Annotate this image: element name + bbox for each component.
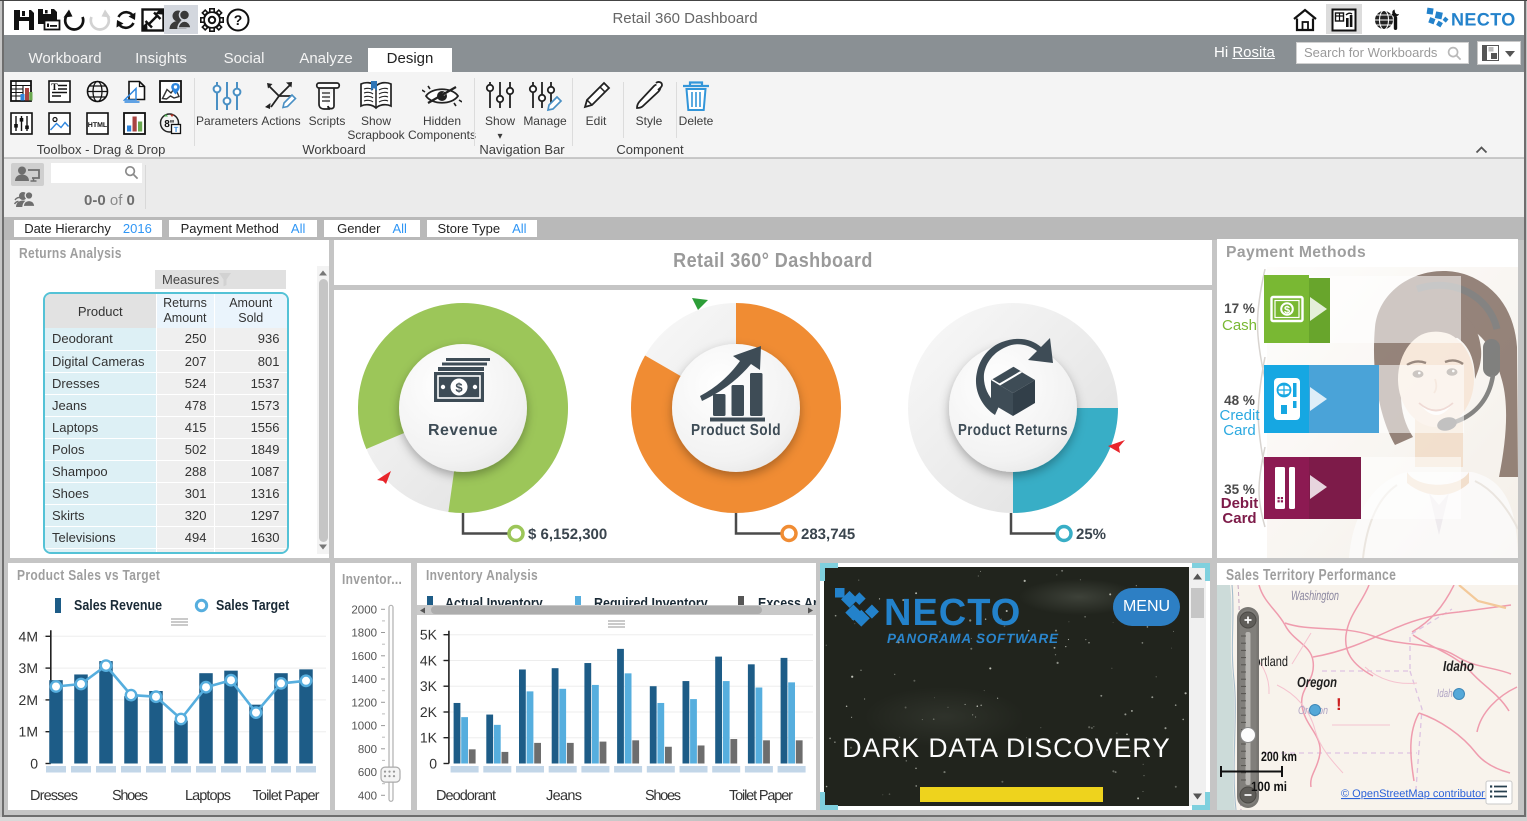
svg-text:3K: 3K xyxy=(420,678,438,694)
svg-text:Jeans: Jeans xyxy=(546,788,582,804)
svg-text:4K: 4K xyxy=(420,653,438,669)
svg-text:Oregon: Oregon xyxy=(1297,675,1337,691)
svg-text:HTML: HTML xyxy=(88,122,108,129)
svg-text:?: ? xyxy=(234,12,243,28)
svg-text:2K: 2K xyxy=(420,704,438,720)
svg-text:0: 0 xyxy=(30,756,38,772)
svg-text:25%: 25% xyxy=(1076,526,1106,543)
svg-text:283,745: 283,745 xyxy=(801,526,855,543)
svg-text:© OpenStreetMap contributors: © OpenStreetMap contributors xyxy=(1341,788,1491,800)
svg-text:T: T xyxy=(51,82,58,93)
svg-text:NECTO: NECTO xyxy=(1451,10,1516,30)
svg-text:Shoes: Shoes xyxy=(645,788,681,804)
svg-text:T: T xyxy=(174,125,179,134)
svg-text:0: 0 xyxy=(429,756,437,772)
svg-text:3M: 3M xyxy=(19,660,38,676)
svg-text:!: ! xyxy=(1336,695,1342,714)
svg-text:4M: 4M xyxy=(19,628,38,644)
svg-text:$: $ xyxy=(455,380,463,395)
svg-text:Dresses: Dresses xyxy=(30,788,78,804)
svg-text:$: $ xyxy=(1284,305,1290,317)
svg-text:200 km: 200 km xyxy=(1261,749,1297,764)
svg-text:100 mi: 100 mi xyxy=(1251,779,1287,794)
svg-text:Laptops: Laptops xyxy=(185,788,231,804)
svg-text:Deodorant: Deodorant xyxy=(436,788,496,804)
svg-text:1800: 1800 xyxy=(351,628,377,640)
svg-text:Shoes: Shoes xyxy=(112,788,148,804)
svg-text:1M: 1M xyxy=(19,724,38,740)
svg-text:Washington: Washington xyxy=(1291,588,1339,603)
svg-text:Product Returns: Product Returns xyxy=(958,422,1068,439)
svg-text:Product Sold: Product Sold xyxy=(691,422,781,439)
svg-text:1K: 1K xyxy=(420,730,438,746)
svg-text:1200: 1200 xyxy=(351,697,377,709)
svg-text:800: 800 xyxy=(358,744,377,756)
svg-text:5K: 5K xyxy=(420,627,438,643)
svg-text:1400: 1400 xyxy=(351,674,377,686)
svg-text:1000: 1000 xyxy=(351,721,377,733)
svg-text:2M: 2M xyxy=(19,692,38,708)
svg-text:Toilet Paper: Toilet Paper xyxy=(729,788,793,804)
svg-text:Revenue: Revenue xyxy=(428,422,498,439)
svg-text:600: 600 xyxy=(358,767,377,779)
svg-text:1600: 1600 xyxy=(351,651,377,663)
svg-text:Toilet Paper: Toilet Paper xyxy=(253,788,320,804)
svg-text:2000: 2000 xyxy=(351,604,377,616)
svg-text:400: 400 xyxy=(358,790,377,802)
svg-text:$ 6,152,300: $ 6,152,300 xyxy=(528,526,607,543)
svg-text:Idaho: Idaho xyxy=(1443,659,1474,675)
